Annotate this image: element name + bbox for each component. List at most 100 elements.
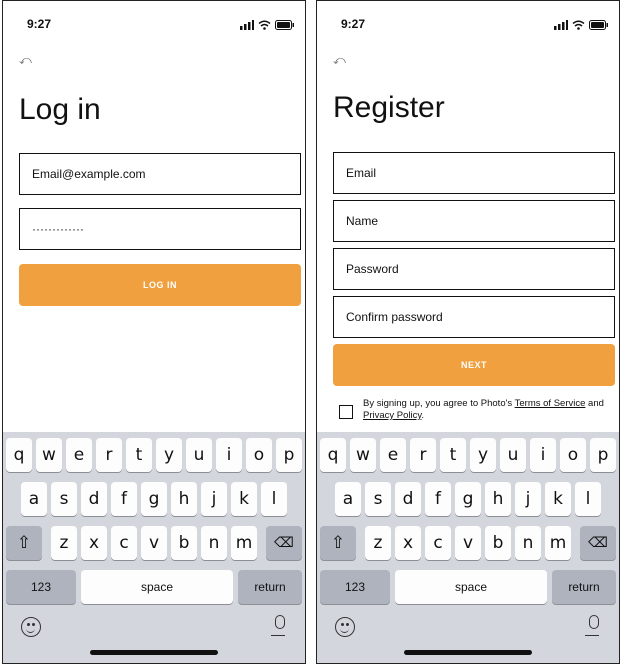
key[interactable]: q bbox=[6, 438, 32, 472]
key[interactable]: l bbox=[575, 482, 601, 516]
key[interactable]: l bbox=[261, 482, 287, 516]
signal-icon bbox=[554, 20, 568, 30]
terms-agreement: By signing up, you agree to Photo's Term… bbox=[339, 398, 613, 422]
key[interactable]: h bbox=[485, 482, 511, 516]
email-field[interactable]: Email@example.com bbox=[19, 153, 301, 195]
key[interactable]: d bbox=[81, 482, 107, 516]
home-indicator bbox=[404, 650, 532, 655]
next-button[interactable]: NEXT bbox=[333, 344, 615, 386]
key[interactable]: u bbox=[500, 438, 526, 472]
key[interactable]: m bbox=[545, 526, 571, 560]
wifi-icon bbox=[572, 20, 585, 30]
key[interactable]: f bbox=[425, 482, 451, 516]
key[interactable]: f bbox=[111, 482, 137, 516]
key[interactable]: d bbox=[395, 482, 421, 516]
shift-key-icon[interactable]: ⇧ bbox=[6, 526, 42, 560]
key[interactable]: r bbox=[96, 438, 122, 472]
key[interactable]: g bbox=[455, 482, 481, 516]
battery-icon bbox=[589, 20, 608, 30]
key[interactable]: k bbox=[231, 482, 257, 516]
shift-key-icon[interactable]: ⇧ bbox=[320, 526, 356, 560]
key[interactable]: v bbox=[141, 526, 167, 560]
key[interactable]: m bbox=[231, 526, 257, 560]
back-arrow-icon[interactable]: ⤺ bbox=[333, 53, 346, 68]
key[interactable]: q bbox=[320, 438, 346, 472]
keyboard-row-2: a s d f g h j k l bbox=[3, 482, 305, 518]
key[interactable]: w bbox=[36, 438, 62, 472]
status-bar: 9:27 bbox=[317, 17, 619, 37]
key[interactable]: y bbox=[470, 438, 496, 472]
key[interactable]: i bbox=[530, 438, 556, 472]
key[interactable]: p bbox=[590, 438, 616, 472]
key[interactable]: r bbox=[410, 438, 436, 472]
battery-icon bbox=[275, 20, 294, 30]
key[interactable]: a bbox=[21, 482, 47, 516]
keyboard-row-3: ⇧ z x c v b n m ⌫ bbox=[3, 526, 305, 562]
keyboard: q w e r t y u i o p a s d f g h j k l ⇧ … bbox=[317, 432, 619, 663]
status-bar: 9:27 bbox=[3, 17, 305, 37]
key[interactable]: o bbox=[560, 438, 586, 472]
return-key[interactable]: return bbox=[238, 570, 302, 604]
login-button[interactable]: LOG IN bbox=[19, 264, 301, 306]
wifi-icon bbox=[258, 20, 271, 30]
space-key[interactable]: space bbox=[395, 570, 547, 604]
key[interactable]: t bbox=[440, 438, 466, 472]
key[interactable]: i bbox=[216, 438, 242, 472]
key[interactable]: c bbox=[111, 526, 137, 560]
key[interactable]: h bbox=[171, 482, 197, 516]
key[interactable]: n bbox=[515, 526, 541, 560]
keyboard-row-4: 123 space return bbox=[317, 570, 619, 606]
key[interactable]: b bbox=[485, 526, 511, 560]
password-field[interactable]: Password bbox=[333, 248, 615, 290]
keyboard-row-1: q w e r t y u i o p bbox=[3, 438, 305, 474]
numbers-key[interactable]: 123 bbox=[6, 570, 76, 604]
page-title: Log in bbox=[19, 93, 101, 126]
key[interactable]: g bbox=[141, 482, 167, 516]
terms-of-service-link[interactable]: Terms of Service bbox=[515, 398, 586, 409]
numbers-key[interactable]: 123 bbox=[320, 570, 390, 604]
signal-icon bbox=[240, 20, 254, 30]
key[interactable]: z bbox=[51, 526, 77, 560]
home-indicator bbox=[90, 650, 218, 655]
name-field[interactable]: Name bbox=[333, 200, 615, 242]
emoji-icon[interactable] bbox=[21, 617, 41, 637]
key[interactable]: c bbox=[425, 526, 451, 560]
return-key[interactable]: return bbox=[552, 570, 616, 604]
key[interactable]: x bbox=[395, 526, 421, 560]
key[interactable]: t bbox=[126, 438, 152, 472]
keyboard-row-3: ⇧ z x c v b n m ⌫ bbox=[317, 526, 619, 562]
key[interactable]: k bbox=[545, 482, 571, 516]
back-arrow-icon[interactable]: ⤺ bbox=[19, 53, 32, 68]
key[interactable]: v bbox=[455, 526, 481, 560]
terms-checkbox[interactable] bbox=[339, 405, 353, 419]
key[interactable]: w bbox=[350, 438, 376, 472]
key[interactable]: u bbox=[186, 438, 212, 472]
key[interactable]: j bbox=[201, 482, 227, 516]
delete-key-icon[interactable]: ⌫ bbox=[266, 526, 302, 560]
privacy-policy-link[interactable]: Privacy Policy bbox=[363, 410, 421, 421]
confirm-password-field[interactable]: Confirm password bbox=[333, 296, 615, 338]
key[interactable]: s bbox=[365, 482, 391, 516]
status-time: 9:27 bbox=[341, 17, 366, 31]
email-field[interactable]: Email bbox=[333, 152, 615, 194]
key[interactable]: e bbox=[66, 438, 92, 472]
page-title: Register bbox=[333, 91, 445, 124]
key[interactable]: e bbox=[380, 438, 406, 472]
key[interactable]: a bbox=[335, 482, 361, 516]
delete-key-icon[interactable]: ⌫ bbox=[580, 526, 616, 560]
password-field[interactable]: ············· bbox=[19, 208, 301, 250]
key[interactable]: b bbox=[171, 526, 197, 560]
register-screen: 9:27 ⤺ Register Email Name Password Conf… bbox=[316, 0, 620, 664]
key[interactable]: y bbox=[156, 438, 182, 472]
key[interactable]: z bbox=[365, 526, 391, 560]
emoji-icon[interactable] bbox=[335, 617, 355, 637]
key[interactable]: p bbox=[276, 438, 302, 472]
keyboard-row-2: a s d f g h j k l bbox=[317, 482, 619, 518]
key[interactable]: o bbox=[246, 438, 272, 472]
key[interactable]: n bbox=[201, 526, 227, 560]
space-key[interactable]: space bbox=[81, 570, 233, 604]
key[interactable]: s bbox=[51, 482, 77, 516]
key[interactable]: j bbox=[515, 482, 541, 516]
key[interactable]: x bbox=[81, 526, 107, 560]
keyboard-row-4: 123 space return bbox=[3, 570, 305, 606]
